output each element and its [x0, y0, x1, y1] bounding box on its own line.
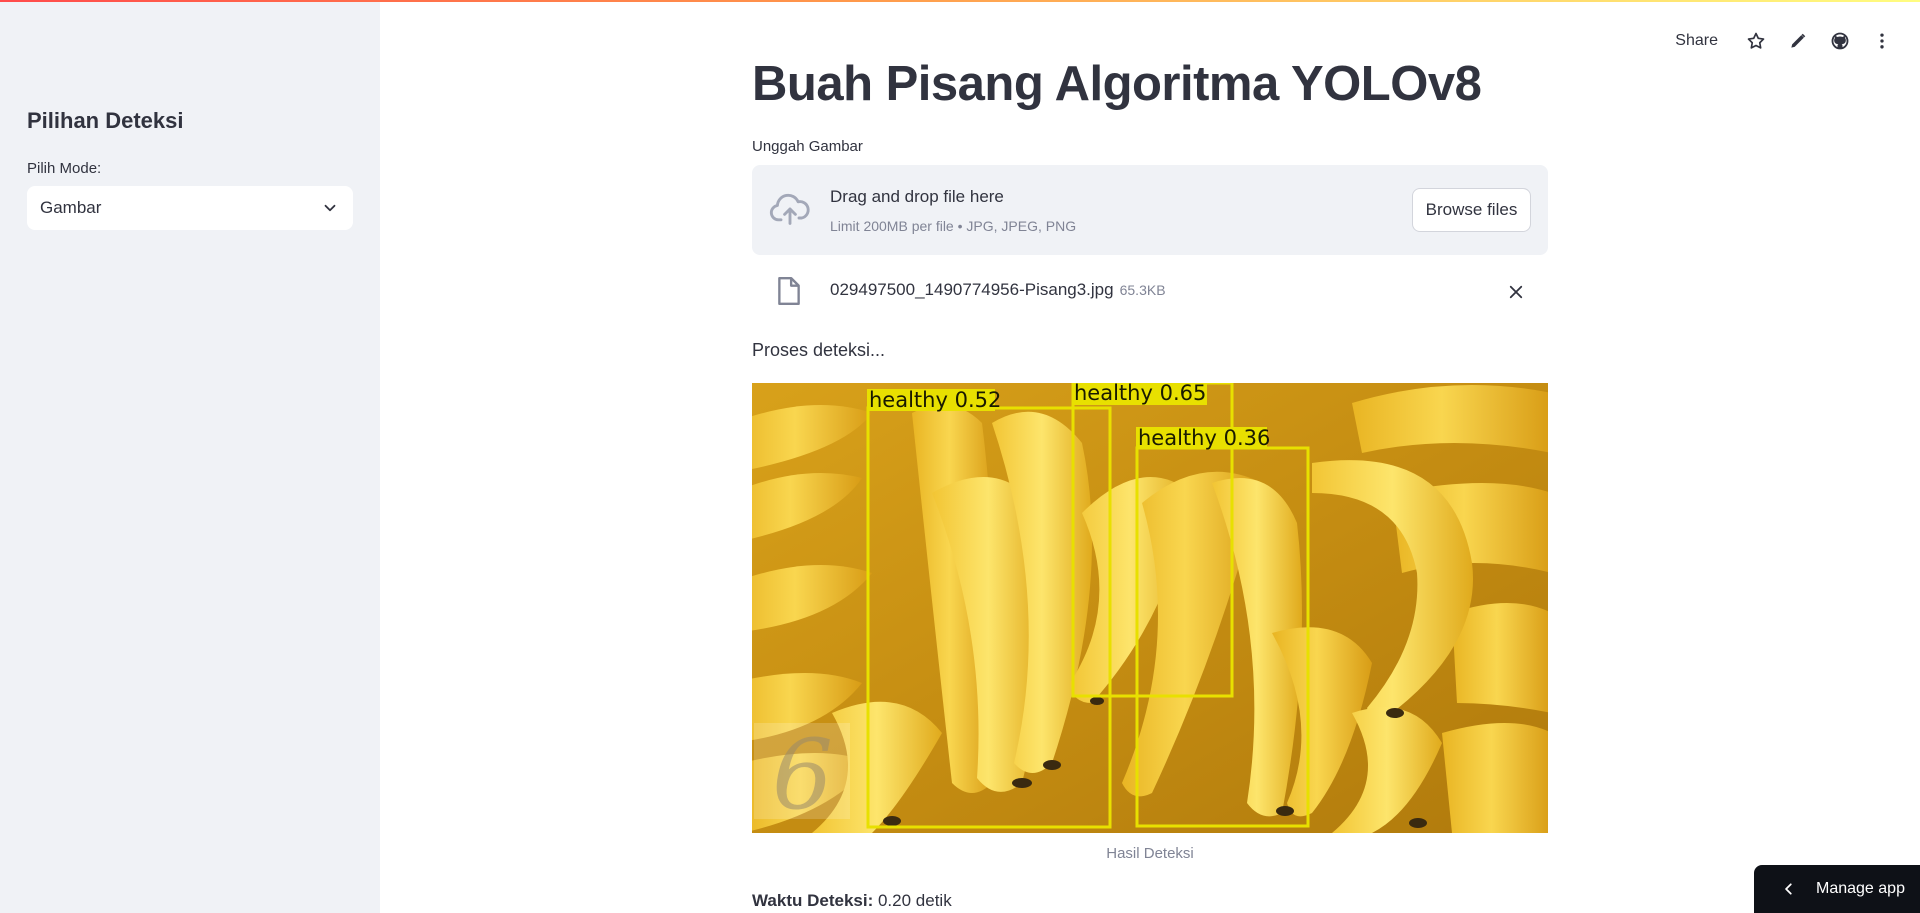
mode-label: Pilih Mode: — [27, 160, 102, 177]
detection-label-1: healthy 0.52 — [869, 388, 1001, 412]
file-size: 65.3KB — [1119, 282, 1166, 298]
image-caption: Hasil Deteksi — [1106, 845, 1194, 862]
status-text: Proses deteksi... — [752, 340, 886, 360]
cloud-upload-icon — [769, 193, 810, 225]
detection-time-label: Waktu Deteksi: — [752, 891, 874, 910]
edit-icon[interactable] — [1786, 29, 1810, 53]
chevron-down-icon — [324, 204, 336, 212]
mode-select-value: Gambar — [40, 198, 102, 217]
detection-result-image: 6 healthy 0.52 healthy 0.65 healthy 0.36 — [752, 383, 1548, 833]
uploaded-file-row: 029497500_1490774956-Pisang3.jpg 65.3KB — [752, 272, 1548, 312]
file-name-text: 029497500_1490774956-Pisang3.jpg — [830, 280, 1114, 299]
star-icon[interactable] — [1744, 29, 1768, 53]
top-decoration-line — [0, 0, 1920, 2]
page-title: Buah Pisang Algoritma YOLOv8 — [752, 57, 1482, 111]
manage-app-label: Manage app — [1816, 880, 1905, 897]
file-name: 029497500_1490774956-Pisang3.jpg 65.3KB — [830, 280, 1166, 300]
file-icon — [778, 276, 800, 306]
svg-text:6: 6 — [772, 719, 833, 831]
detection-time-value: 0.20 detik — [877, 891, 952, 910]
remove-file-button[interactable] — [1502, 278, 1530, 306]
file-dropzone[interactable]: Drag and drop file here Limit 200MB per … — [752, 165, 1548, 255]
sidebar: Pilihan Deteksi Pilih Mode: Gambar — [0, 0, 380, 913]
detection-time: Waktu Deteksi: 0.20 detik — [752, 891, 952, 911]
chevron-left-icon — [1785, 883, 1792, 895]
mode-select[interactable]: Gambar — [27, 186, 353, 230]
detection-label-3: healthy 0.36 — [1138, 426, 1270, 450]
manage-app-button[interactable]: Manage app — [1754, 865, 1920, 913]
detection-label-2: healthy 0.65 — [1074, 383, 1206, 405]
close-icon — [1509, 285, 1523, 299]
sidebar-title: Pilihan Deteksi — [27, 108, 184, 133]
more-icon[interactable] — [1870, 29, 1894, 53]
share-button[interactable]: Share — [1675, 32, 1718, 50]
header-actions: Share — [1675, 26, 1894, 56]
github-icon[interactable] — [1828, 29, 1852, 53]
browse-files-button[interactable]: Browse files — [1412, 188, 1531, 232]
dropzone-limit: Limit 200MB per file • JPG, JPEG, PNG — [830, 218, 1077, 234]
upload-label: Unggah Gambar — [752, 138, 863, 155]
dropzone-instruction: Drag and drop file here — [830, 187, 1004, 206]
